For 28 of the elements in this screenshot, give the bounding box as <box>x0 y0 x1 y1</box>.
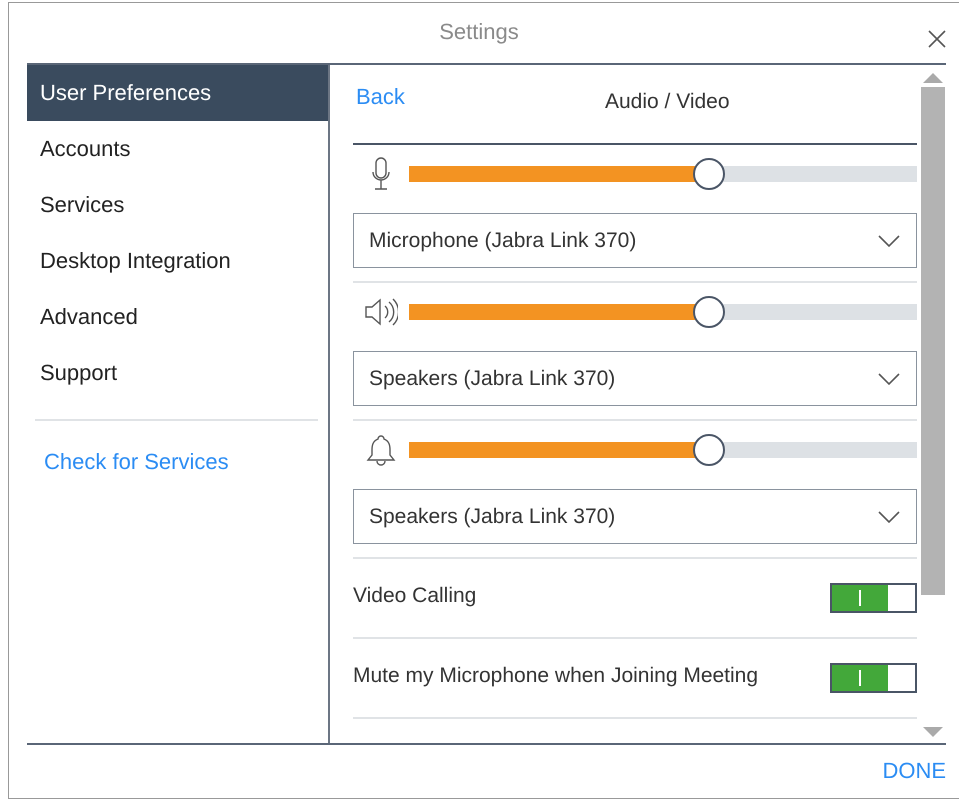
sidebar-item[interactable]: User Preferences <box>27 65 328 121</box>
window-title: Settings <box>439 19 519 45</box>
slider-thumb[interactable] <box>692 434 725 466</box>
toggle-switch[interactable] <box>830 583 917 613</box>
speaker-icon <box>364 296 398 326</box>
sidebar-item[interactable]: Services <box>27 177 328 233</box>
chevron-down-icon <box>878 510 900 522</box>
bell-icon <box>365 434 397 466</box>
device-dropdown[interactable]: Speakers (Jabra Link 370) <box>353 351 917 406</box>
chevron-down-icon <box>878 372 900 384</box>
sidebar-item[interactable]: Desktop Integration <box>27 233 328 289</box>
device-dropdown[interactable]: Speakers (Jabra Link 370) <box>353 489 917 544</box>
volume-slider[interactable] <box>409 296 917 328</box>
panel-title: Audio / Video <box>605 90 730 114</box>
slider-thumb[interactable] <box>692 296 725 328</box>
toggle-switch[interactable] <box>830 663 917 693</box>
sidebar-item[interactable]: Accounts <box>27 121 328 177</box>
microphone-icon <box>372 156 390 190</box>
device-dropdown[interactable]: Microphone (Jabra Link 370) <box>353 213 917 268</box>
toggle-label: Video Calling <box>353 584 476 608</box>
sidebar-item[interactable]: Support <box>27 345 328 401</box>
chevron-down-icon <box>878 234 900 246</box>
sidebar-item[interactable]: Advanced <box>27 289 328 345</box>
toggle-label: Mute my Microphone when Joining Meeting <box>353 664 758 688</box>
volume-slider[interactable] <box>409 158 917 190</box>
volume-slider[interactable] <box>409 434 917 466</box>
close-icon[interactable] <box>927 29 947 49</box>
slider-thumb[interactable] <box>692 158 725 190</box>
